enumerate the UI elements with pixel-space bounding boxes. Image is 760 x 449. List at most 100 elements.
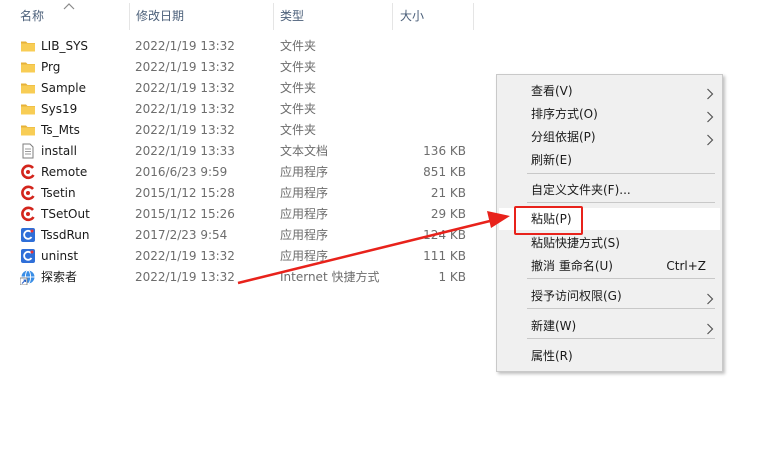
- column-header-name[interactable]: 名称: [20, 0, 44, 32]
- chevron-right-icon: [706, 131, 714, 146]
- file-date: 2015/1/12 15:28: [135, 186, 235, 200]
- file-type: 应用程序: [280, 228, 329, 242]
- red-swirl-app-icon: [20, 164, 36, 180]
- file-type: 文件夹: [280, 39, 317, 53]
- file-name: 探索者: [41, 270, 78, 284]
- menu-separator: [527, 308, 715, 309]
- file-date: 2022/1/19 13:32: [135, 60, 235, 74]
- menu-item-label: 排序方式(O): [531, 107, 598, 121]
- file-type: 应用程序: [280, 207, 329, 221]
- file-type: 文件夹: [280, 102, 317, 116]
- column-divider[interactable]: [273, 3, 274, 30]
- file-row[interactable]: 探索者 2022/1/19 13:32 Internet 快捷方式 1 KB: [14, 267, 474, 288]
- folder-icon: [20, 59, 36, 75]
- file-date: 2022/1/19 13:32: [135, 123, 235, 137]
- chevron-right-icon: [706, 108, 714, 123]
- column-divider[interactable]: [473, 3, 474, 30]
- menu-item[interactable]: 撤消 重命名(U) Ctrl+Z: [499, 255, 720, 277]
- file-size: 136 KB: [423, 144, 466, 158]
- menu-item-label: 刷新(E): [531, 153, 572, 167]
- menu-item-label: 查看(V): [531, 84, 573, 98]
- file-type: 文件夹: [280, 60, 317, 74]
- annotation-highlight-box: [514, 206, 583, 235]
- chevron-right-icon: [706, 320, 714, 335]
- file-size: 29 KB: [430, 207, 466, 221]
- menu-item[interactable]: 自定义文件夹(F)...: [499, 179, 720, 201]
- menu-item[interactable]: 属性(R): [499, 345, 720, 367]
- file-explorer: 名称 修改日期 类型 大小 LIB_SYS 2022/1/19 13:32 文件夹 P…: [0, 0, 760, 449]
- file-row[interactable]: Ts_Mts 2022/1/19 13:32 文件夹: [14, 120, 474, 141]
- file-type: 文件夹: [280, 81, 317, 95]
- folder-icon: [20, 122, 36, 138]
- file-size: 111 KB: [423, 249, 466, 263]
- file-row[interactable]: Prg 2022/1/19 13:32 文件夹: [14, 57, 474, 78]
- column-header-size[interactable]: 大小: [400, 0, 424, 32]
- file-size: 124 KB: [423, 228, 466, 242]
- chevron-right-icon: [706, 85, 714, 100]
- file-row[interactable]: TssdRun 2017/2/23 9:54 应用程序 124 KB: [14, 225, 474, 246]
- file-type: 应用程序: [280, 249, 329, 263]
- menu-item[interactable]: 查看(V): [499, 80, 720, 102]
- column-header-type[interactable]: 类型: [280, 0, 304, 32]
- menu-separator: [527, 173, 715, 174]
- file-name: install: [41, 144, 77, 158]
- file-date: 2022/1/19 13:32: [135, 249, 235, 263]
- file-date: 2016/6/23 9:59: [135, 165, 228, 179]
- menu-separator: [527, 278, 715, 279]
- file-date: 2015/1/12 15:26: [135, 207, 235, 221]
- menu-item-label: 分组依据(P): [531, 130, 596, 144]
- menu-item-label: 粘贴快捷方式(S): [531, 236, 620, 250]
- menu-item[interactable]: 排序方式(O): [499, 103, 720, 125]
- file-row[interactable]: uninst 2022/1/19 13:32 应用程序 111 KB: [14, 246, 474, 267]
- column-header-date[interactable]: 修改日期: [136, 0, 184, 32]
- menu-item[interactable]: 粘贴快捷方式(S): [499, 232, 720, 254]
- file-row[interactable]: Tsetin 2015/1/12 15:28 应用程序 21 KB: [14, 183, 474, 204]
- file-name: Sample: [41, 81, 86, 95]
- menu-item-label: 新建(W): [531, 319, 577, 333]
- column-divider[interactable]: [392, 3, 393, 30]
- file-date: 2022/1/19 13:32: [135, 81, 235, 95]
- menu-item-label: 自定义文件夹(F)...: [531, 183, 631, 197]
- red-swirl-app-icon: [20, 206, 36, 222]
- red-swirl-app-icon: [20, 185, 36, 201]
- file-date: 2022/1/19 13:32: [135, 102, 235, 116]
- file-row[interactable]: install 2022/1/19 13:33 文本文档 136 KB: [14, 141, 474, 162]
- menu-item-label: 属性(R): [531, 349, 573, 363]
- file-type: Internet 快捷方式: [280, 270, 380, 284]
- folder-icon: [20, 38, 36, 54]
- file-name: Sys19: [41, 102, 78, 116]
- file-row[interactable]: TSetOut 2015/1/12 15:26 应用程序 29 KB: [14, 204, 474, 225]
- menu-item[interactable]: 分组依据(P): [499, 126, 720, 148]
- file-row[interactable]: Remote 2016/6/23 9:59 应用程序 851 KB: [14, 162, 474, 183]
- file-type: 应用程序: [280, 186, 329, 200]
- menu-shortcut: Ctrl+Z: [666, 259, 706, 273]
- file-name: LIB_SYS: [41, 39, 89, 53]
- file-size: 1 KB: [438, 270, 466, 284]
- column-divider[interactable]: [129, 3, 130, 30]
- internet-shortcut-icon: [19, 269, 36, 286]
- menu-item-label: 撤消 重命名(U): [531, 259, 613, 273]
- sort-ascending-icon: [63, 3, 75, 10]
- blue-app-icon: [20, 248, 36, 264]
- menu-item-label: 授予访问权限(G): [531, 289, 622, 303]
- file-name: TSetOut: [41, 207, 90, 221]
- folder-icon: [20, 80, 36, 96]
- file-date: 2022/1/19 13:32: [135, 270, 235, 284]
- file-type: 文本文档: [280, 144, 329, 158]
- file-row[interactable]: Sys19 2022/1/19 13:32 文件夹: [14, 99, 474, 120]
- file-type: 文件夹: [280, 123, 317, 137]
- file-name: Prg: [41, 60, 61, 74]
- chevron-right-icon: [706, 290, 714, 305]
- menu-separator: [527, 338, 715, 339]
- file-row[interactable]: Sample 2022/1/19 13:32 文件夹: [14, 78, 474, 99]
- menu-item[interactable]: 新建(W): [499, 315, 720, 337]
- menu-item[interactable]: 授予访问权限(G): [499, 285, 720, 307]
- file-size: 21 KB: [430, 186, 466, 200]
- file-name: Tsetin: [41, 186, 76, 200]
- file-name: Ts_Mts: [41, 123, 80, 137]
- file-date: 2022/1/19 13:32: [135, 39, 235, 53]
- file-name: TssdRun: [41, 228, 90, 242]
- menu-item[interactable]: 刷新(E): [499, 149, 720, 171]
- file-row[interactable]: LIB_SYS 2022/1/19 13:32 文件夹: [14, 36, 474, 57]
- file-type: 应用程序: [280, 165, 329, 179]
